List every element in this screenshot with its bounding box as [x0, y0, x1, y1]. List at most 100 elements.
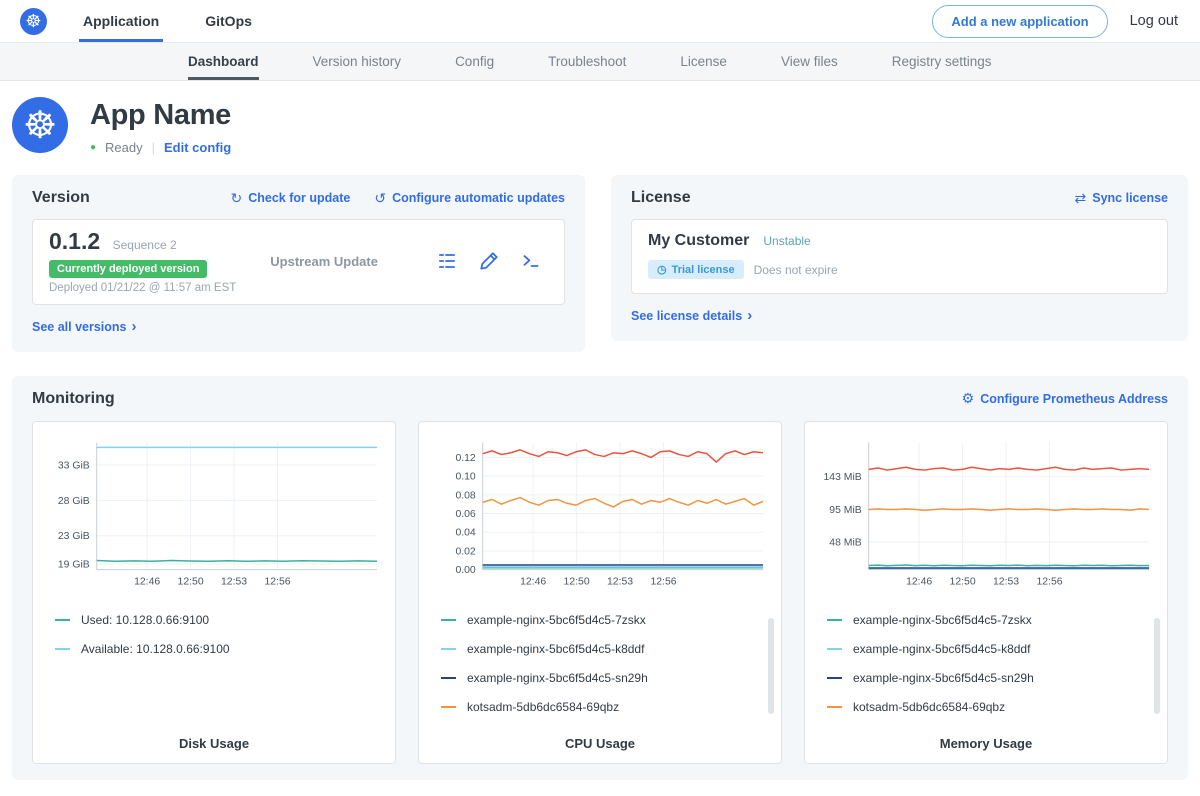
- gear-icon: ⚙: [962, 390, 975, 407]
- series-color-dash: [827, 706, 842, 708]
- logout-link[interactable]: Log out: [1130, 13, 1178, 29]
- series-color-dash: [55, 648, 70, 650]
- legend-item: kotsadm-5db6dc6584-69qbz: [441, 693, 769, 722]
- configure-prometheus-link[interactable]: ⚙ Configure Prometheus Address: [962, 390, 1168, 407]
- refresh-icon: ↻: [230, 190, 242, 207]
- tab-registry-settings[interactable]: Registry settings: [892, 43, 992, 80]
- svg-text:0.08: 0.08: [455, 490, 475, 501]
- svg-text:0.04: 0.04: [455, 527, 475, 538]
- tab-license[interactable]: License: [680, 43, 727, 80]
- svg-text:0.02: 0.02: [455, 546, 475, 557]
- svg-text:0.00: 0.00: [455, 565, 475, 576]
- legend-label: example-nginx-5bc6f5d4c5-7zskx: [467, 613, 646, 627]
- license-card: License ⇄ Sync license My Customer Unsta…: [611, 175, 1188, 341]
- expiry-text: Does not expire: [754, 263, 838, 277]
- sync-icon: ⇄: [1075, 190, 1087, 207]
- chevron-right-icon: ›: [747, 307, 752, 324]
- svg-text:12:50: 12:50: [178, 576, 204, 587]
- deployed-version-badge: Currently deployed version: [49, 260, 207, 278]
- legend-scrollbar[interactable]: [1154, 618, 1160, 714]
- app-icon: ☸: [12, 97, 68, 153]
- disk-usage-legend: Used: 10.128.0.66:9100Available: 10.128.…: [45, 606, 383, 664]
- app-header: ☸ App Name ● Ready | Edit config: [0, 81, 1200, 169]
- edit-config-link[interactable]: Edit config: [164, 140, 231, 155]
- memory-usage-chart: 143 MiB95 MiB48 MiB12:4612:5012:5312:56: [817, 434, 1155, 594]
- legend-label: example-nginx-5bc6f5d4c5-7zskx: [853, 613, 1032, 627]
- app-subnav: Dashboard Version history Config Trouble…: [0, 43, 1200, 81]
- version-title: Version: [32, 189, 90, 207]
- check-for-update-link[interactable]: ↻ Check for update: [230, 190, 350, 207]
- svg-text:12:53: 12:53: [221, 576, 247, 587]
- current-version-card: 0.1.2 Sequence 2 Currently deployed vers…: [32, 219, 565, 305]
- tab-config[interactable]: Config: [455, 43, 494, 80]
- series-color-dash: [441, 706, 456, 708]
- memory-usage-card: 143 MiB95 MiB48 MiB12:4612:5012:5312:56 …: [804, 421, 1168, 764]
- license-title: License: [631, 189, 691, 207]
- license-details-card: My Customer Unstable ◷ Trial license Doe…: [631, 219, 1168, 294]
- configure-automatic-updates-label: Configure automatic updates: [392, 191, 565, 205]
- tab-version-history[interactable]: Version history: [313, 43, 402, 80]
- version-number: 0.1.2: [49, 228, 100, 254]
- app-status-row: ● Ready | Edit config: [90, 140, 231, 155]
- series-color-dash: [827, 648, 842, 650]
- series-color-dash: [827, 677, 842, 679]
- license-type-row: ◷ Trial license Does not expire: [648, 260, 1151, 279]
- legend-label: example-nginx-5bc6f5d4c5-sn29h: [467, 671, 648, 685]
- tab-dashboard[interactable]: Dashboard: [188, 43, 259, 80]
- svg-text:23 GiB: 23 GiB: [58, 531, 90, 542]
- version-card-header: Version ↻ Check for update ↺ Configure a…: [32, 189, 565, 207]
- upstream-update-label: Upstream Update: [270, 254, 378, 269]
- see-license-details-link[interactable]: See license details ›: [631, 307, 752, 324]
- configure-prometheus-label: Configure Prometheus Address: [980, 392, 1168, 406]
- primary-tabs: Application GitOps: [83, 0, 252, 42]
- add-application-button[interactable]: Add a new application: [932, 5, 1107, 38]
- chevron-right-icon: ›: [132, 318, 137, 335]
- svg-text:28 GiB: 28 GiB: [58, 495, 90, 506]
- configure-automatic-updates-link[interactable]: ↺ Configure automatic updates: [374, 190, 565, 207]
- cpu-usage-legend: example-nginx-5bc6f5d4c5-7zskx example-ng…: [431, 606, 769, 722]
- release-notes-icon[interactable]: [436, 250, 458, 272]
- chart-title: Disk Usage: [45, 722, 383, 751]
- tab-troubleshoot[interactable]: Troubleshoot: [548, 43, 626, 80]
- svg-text:0.12: 0.12: [455, 452, 475, 463]
- kubernetes-wheel-glyph: ☸: [25, 11, 41, 32]
- legend-scrollbar[interactable]: [768, 618, 774, 714]
- check-for-update-label: Check for update: [248, 191, 350, 205]
- series-color-dash: [441, 677, 456, 679]
- deploy-logs-icon[interactable]: [520, 250, 542, 272]
- legend-label: Available: 10.128.0.66:9100: [81, 642, 230, 656]
- current-version-block: 0.1.2 Sequence 2 Currently deployed vers…: [49, 228, 236, 294]
- customer-name: My Customer: [648, 232, 749, 250]
- license-name-row: My Customer Unstable: [648, 232, 1151, 250]
- trial-license-badge: ◷ Trial license: [648, 260, 744, 279]
- see-all-versions-link[interactable]: See all versions ›: [32, 318, 137, 335]
- version-card: Version ↻ Check for update ↺ Configure a…: [12, 175, 585, 352]
- memory-usage-legend: example-nginx-5bc6f5d4c5-7zskx example-ng…: [817, 606, 1155, 722]
- svg-text:12:46: 12:46: [906, 576, 932, 587]
- disk-usage-card: 33 GiB28 GiB23 GiB19 GiB12:4612:5012:531…: [32, 421, 396, 764]
- monitoring-card: Monitoring ⚙ Configure Prometheus Addres…: [12, 376, 1188, 780]
- kubernetes-logo-icon[interactable]: ☸: [20, 8, 47, 35]
- svg-text:12:56: 12:56: [264, 576, 290, 587]
- svg-text:0.10: 0.10: [455, 471, 475, 482]
- legend-item: example-nginx-5bc6f5d4c5-7zskx: [441, 606, 769, 635]
- svg-text:19 GiB: 19 GiB: [58, 559, 90, 570]
- svg-text:48 MiB: 48 MiB: [829, 537, 861, 548]
- sync-license-link[interactable]: ⇄ Sync license: [1075, 190, 1168, 207]
- trial-license-label: Trial license: [672, 264, 735, 276]
- kubernetes-wheel-glyph: ☸: [23, 103, 57, 148]
- channel-name: Unstable: [763, 234, 810, 248]
- tab-view-files[interactable]: View files: [781, 43, 838, 80]
- cpu-usage-chart: 0.120.100.080.060.040.020.0012:4612:5012…: [431, 434, 769, 594]
- edit-config-icon[interactable]: [478, 250, 500, 272]
- tab-application[interactable]: Application: [83, 0, 159, 42]
- legend-label: kotsadm-5db6dc6584-69qbz: [853, 700, 1005, 714]
- tab-gitops[interactable]: GitOps: [205, 0, 252, 42]
- divider: |: [152, 140, 155, 155]
- svg-text:12:50: 12:50: [564, 576, 590, 587]
- legend-label: example-nginx-5bc6f5d4c5-k8ddf: [853, 642, 1030, 656]
- legend-label: example-nginx-5bc6f5d4c5-sn29h: [853, 671, 1034, 685]
- page-title: App Name: [90, 99, 231, 132]
- disk-usage-chart: 33 GiB28 GiB23 GiB19 GiB12:4612:5012:531…: [45, 434, 383, 594]
- legend-label: kotsadm-5db6dc6584-69qbz: [467, 700, 619, 714]
